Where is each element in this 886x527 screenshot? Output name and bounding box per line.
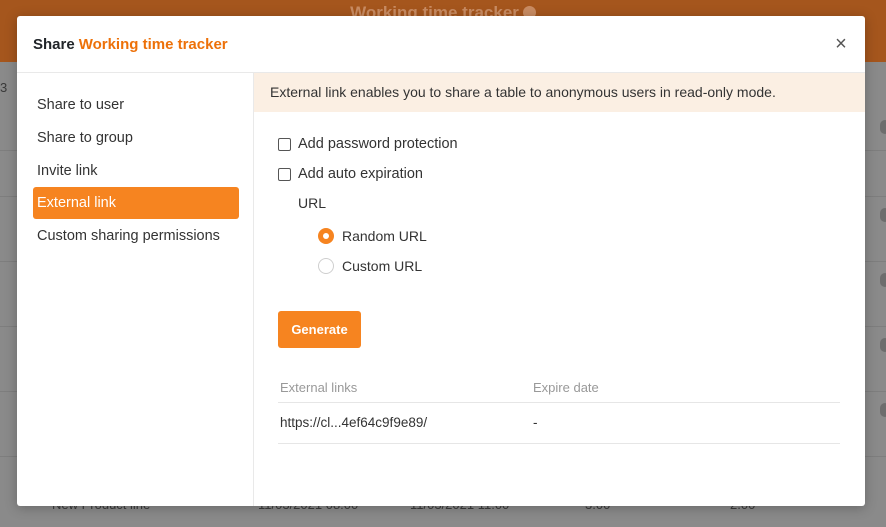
password-protection-label: Add password protection — [298, 136, 458, 152]
nav-item-share-to-user[interactable]: Share to user — [33, 89, 239, 121]
nav-item-invite-link[interactable]: Invite link — [33, 155, 239, 187]
custom-url-option[interactable]: Custom URL — [318, 256, 422, 276]
dialog-title-prefix: Share — [33, 36, 75, 53]
dialog-title-table-name: Working time tracker — [78, 36, 228, 53]
row-handle — [880, 120, 886, 134]
table-header: External links Expire date — [278, 373, 840, 403]
nav-item-external-link[interactable]: External link — [33, 187, 239, 219]
header-expire-date: Expire date — [533, 380, 599, 395]
row-handle — [880, 338, 886, 352]
share-nav: Share to user Share to group Invite link… — [17, 73, 254, 506]
auto-expiration-option[interactable]: Add auto expiration — [278, 164, 423, 184]
password-protection-checkbox[interactable] — [278, 137, 291, 151]
external-link-url[interactable]: https://cl...4ef64c9f9e89/ — [280, 415, 427, 430]
external-link-panel: External link enables you to share a tab… — [254, 73, 865, 506]
random-url-radio[interactable] — [318, 228, 334, 244]
row-handle — [880, 273, 886, 287]
generate-button[interactable]: Generate — [278, 311, 361, 348]
share-dialog: Share Working time tracker × Share to use… — [17, 16, 865, 506]
random-url-option[interactable]: Random URL — [318, 226, 427, 246]
external-links-table: External links Expire date https://cl...… — [278, 373, 840, 444]
row-number-fragment: 3 — [0, 80, 8, 95]
auto-expiration-checkbox[interactable] — [278, 167, 291, 181]
dialog-header: Share Working time tracker × — [17, 16, 865, 73]
row-handle — [880, 403, 886, 417]
dialog-title: Share Working time tracker — [33, 36, 228, 53]
custom-url-radio[interactable] — [318, 258, 334, 274]
info-banner: External link enables you to share a tab… — [254, 73, 865, 112]
row-handle — [880, 208, 886, 222]
custom-url-label: Custom URL — [342, 258, 423, 274]
external-link-expire-date: - — [533, 415, 538, 430]
password-protection-option[interactable]: Add password protection — [278, 134, 458, 154]
table-row: https://cl...4ef64c9f9e89/ - — [278, 403, 840, 444]
random-url-label: Random URL — [342, 228, 427, 244]
url-label: URL — [298, 195, 327, 211]
nav-item-custom-sharing-permissions[interactable]: Custom sharing permissions — [33, 220, 239, 252]
header-external-links: External links — [280, 380, 358, 395]
close-icon[interactable]: × — [831, 34, 851, 54]
nav-item-share-to-group[interactable]: Share to group — [33, 122, 239, 154]
auto-expiration-label: Add auto expiration — [298, 166, 423, 182]
